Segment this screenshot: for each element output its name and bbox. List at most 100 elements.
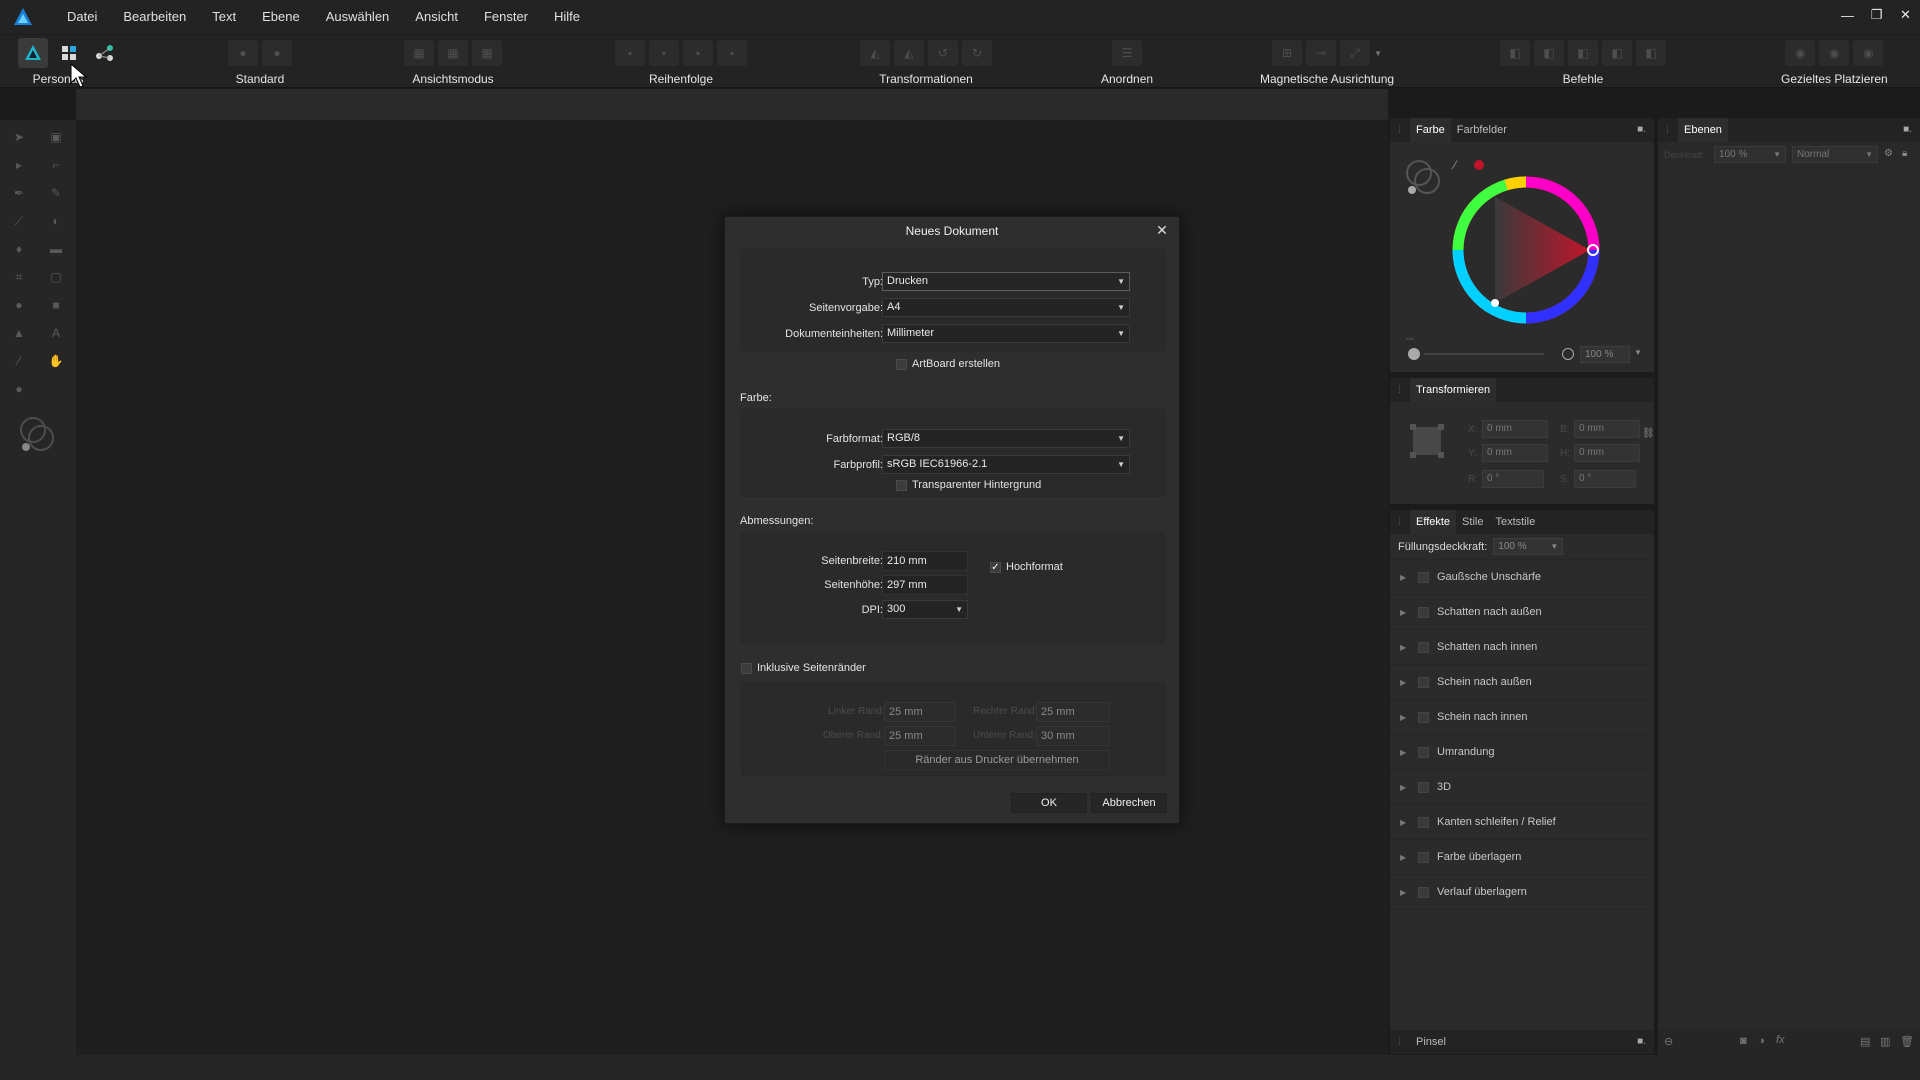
node-tool-icon[interactable]: ▸ [8,154,30,176]
top-margin-input[interactable]: 25 mm [884,726,956,746]
snapping-toggle-icon[interactable]: ⤢ [1340,40,1371,66]
effect-row[interactable]: ▶ 3D [1390,770,1654,805]
restore-button[interactable]: ❐ [1862,0,1891,30]
view-mode-2-icon[interactable]: ▦ [438,40,468,66]
tab-farbe[interactable]: Farbe [1410,118,1451,142]
command-xor-icon[interactable]: ◧ [1602,40,1632,66]
corner-tool-icon[interactable]: ⌐ [45,154,67,176]
order-front-icon[interactable]: ▪ [717,40,747,66]
menu-hilfe[interactable]: Hilfe [541,0,593,34]
tab-textstile[interactable]: Textstile [1489,510,1541,534]
insert-behind-icon[interactable]: ◉ [1785,40,1816,66]
color-format-select[interactable]: RGB/8 ▼ [882,429,1130,448]
command-add-icon[interactable]: ◧ [1500,40,1530,66]
link-proportions-icon[interactable]: ⛓ [1642,428,1655,439]
menu-auswaehlen[interactable]: Auswählen [313,0,403,34]
fill-tool-icon[interactable]: ◐ [45,210,67,232]
zoom-tool-icon[interactable]: ● [8,378,30,400]
tab-farbfelder[interactable]: Farbfelder [1451,118,1513,142]
text-tool-icon[interactable]: A [45,322,67,344]
h-field[interactable]: 0 mm [1574,444,1640,462]
view-mode-3-icon[interactable]: ▦ [472,40,502,66]
tab-pinsel[interactable]: Pinsel [1410,1030,1452,1054]
opacity-slider-track[interactable] [1424,353,1544,355]
brush-panel-menu-icon[interactable]: ■. [1637,1036,1646,1047]
menu-ansicht[interactable]: Ansicht [402,0,471,34]
snapping-icon[interactable]: ⊞ [1272,40,1303,66]
duplicate-layer-icon[interactable]: ▥ [1880,1035,1890,1048]
order-backward-icon[interactable]: ▪ [649,40,679,66]
fx-layer-icon[interactable]: fx [1776,1034,1785,1046]
command-intersect-icon[interactable]: ◧ [1568,40,1598,66]
insert-top-icon[interactable]: ◉ [1819,40,1850,66]
ellipse-tool-icon[interactable]: ● [8,294,30,316]
delete-layer-icon[interactable]: 🗑︎ [1900,1035,1914,1048]
flip-horizontal-icon[interactable]: ◭ [860,40,890,66]
page-preset-select[interactable]: A4 ▼ [882,298,1130,317]
triangle-tool-icon[interactable]: ▲ [8,322,30,344]
rectangle-tool-icon[interactable]: ■ [45,294,67,316]
order-forward-icon[interactable]: ▪ [683,40,713,66]
redo-icon[interactable]: ● [262,40,292,66]
color-wheel[interactable] [1446,170,1606,330]
snapping-dropdown-icon[interactable]: ▼ [1374,49,1382,58]
printer-margins-button[interactable]: Ränder aus Drucker übernehmen [884,750,1110,770]
panel-menu-icon[interactable]: ■. [1637,124,1646,135]
include-margins-checkbox[interactable] [741,663,752,674]
hand-tool-icon[interactable]: ✋ [45,350,67,372]
menu-datei[interactable]: Datei [54,0,110,34]
bottom-margin-input[interactable]: 30 mm [1036,726,1110,746]
current-color-swatch[interactable] [1474,160,1484,170]
fill-stroke-icon[interactable] [1404,158,1444,198]
pen-tool-icon[interactable]: ✒ [8,182,30,204]
command-divide-icon[interactable]: ◧ [1636,40,1666,66]
insert-inside-icon[interactable]: ◉ [1853,40,1884,66]
eyedropper-tool-icon[interactable]: ⁄ [8,350,30,372]
view-mode-icon[interactable]: ▦ [404,40,434,66]
menu-text[interactable]: Text [199,0,249,34]
opacity-dropdown-icon[interactable]: ▼ [1634,348,1642,357]
crop-tool-icon[interactable]: ⌗ [8,266,30,288]
dialog-close-icon[interactable]: ✕ [1153,221,1171,239]
export-persona-icon[interactable] [90,38,120,68]
effect-row[interactable]: ▶ Gaußsche Unschärfe [1390,560,1654,595]
tab-effekte[interactable]: Effekte [1410,510,1457,534]
opacity-slider-knob[interactable] [1562,348,1574,360]
effect-row[interactable]: ▶ Umrandung [1390,735,1654,770]
designer-persona-icon[interactable] [18,38,48,68]
add-layer-icon[interactable]: ▤ [1860,1035,1870,1048]
rotate-left-icon[interactable]: ↺ [928,40,958,66]
menu-fenster[interactable]: Fenster [471,0,541,34]
mask-layer-icon[interactable]: ◙ [1740,1035,1747,1047]
arrange-icon[interactable]: ☰ [1112,40,1143,66]
brush-tool-icon[interactable]: ⟋ [8,210,30,232]
effect-row[interactable]: ▶ Schatten nach innen [1390,630,1654,665]
opacity-input[interactable]: 100 % [1580,346,1630,363]
cancel-button[interactable]: Abbrechen [1091,793,1167,813]
x-field[interactable]: 0 mm [1482,420,1548,438]
effect-row[interactable]: ▶ Schein nach außen [1390,665,1654,700]
opacity-slider-knob-left[interactable] [1408,348,1420,360]
adjustment-layer-icon[interactable]: ◑ [1758,1035,1765,1047]
shear-field[interactable]: 0 ° [1574,470,1636,488]
blend-mode-select[interactable]: Normal ▼ [1792,146,1878,163]
right-margin-input[interactable]: 25 mm [1036,702,1110,722]
rotation-field[interactable]: 0 ° [1482,470,1544,488]
artboard-tool-icon[interactable]: ▣ [45,126,67,148]
effect-row[interactable]: ▶ Schatten nach außen [1390,595,1654,630]
layer-lock-icon[interactable]: 🔒︎ [1902,148,1907,159]
artboard-checkbox[interactable] [896,359,907,370]
dpi-select[interactable]: 300 ▼ [882,600,968,619]
menu-bearbeiten[interactable]: Bearbeiten [110,0,199,34]
fill-opacity-input[interactable]: 100 % ▼ [1493,538,1564,555]
type-select[interactable]: Drucken ▼ [882,272,1130,291]
effect-row[interactable]: ▶ Farbe überlagern [1390,840,1654,875]
anchor-point-icon[interactable] [1408,422,1446,460]
tab-stile[interactable]: Stile [1456,510,1489,534]
transparency-tool-icon[interactable]: ♦ [8,238,30,260]
minimize-button[interactable]: — [1833,0,1862,30]
flip-vertical-icon[interactable]: ◭ [894,40,924,66]
tab-transformieren[interactable]: Transformieren [1410,378,1497,402]
tab-ebenen[interactable]: Ebenen [1678,118,1728,142]
transparent-background-checkbox[interactable] [896,480,907,491]
